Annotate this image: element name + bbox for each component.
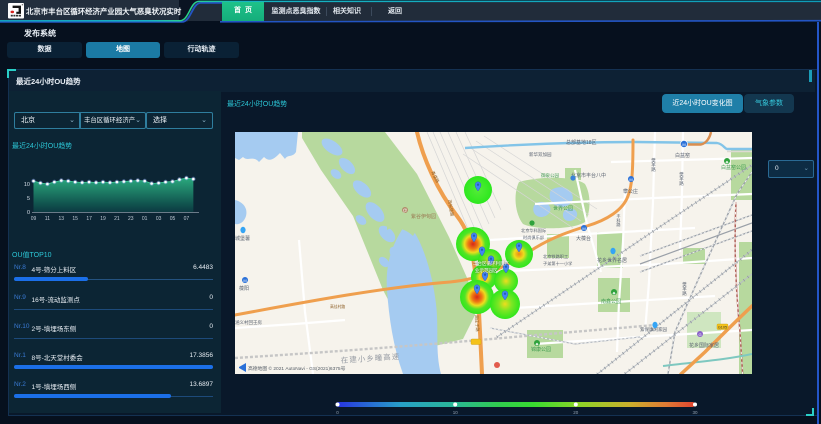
svg-text:10: 10 <box>453 410 459 415</box>
svg-text:10: 10 <box>24 182 30 188</box>
svg-text:01: 01 <box>142 216 148 222</box>
svg-text:11: 11 <box>45 216 50 222</box>
svg-text:总部基地18区: 总部基地18区 <box>566 139 597 146</box>
svg-text:♣: ♣ <box>726 160 729 165</box>
svg-text:M: M <box>582 226 585 231</box>
svg-text:丰科路: 丰科路 <box>616 213 622 228</box>
svg-text:17: 17 <box>86 216 92 222</box>
svg-text:樊羊路: 樊羊路 <box>651 157 657 173</box>
svg-text:15: 15 <box>72 216 78 222</box>
svg-text:23: 23 <box>128 216 134 222</box>
svg-text:05: 05 <box>170 216 176 222</box>
svg-text:09: 09 <box>31 216 37 222</box>
svg-text:丰台区循环利用产: 丰台区循环利用产 <box>473 260 509 267</box>
svg-text:北京铁路职工: 北京铁路职工 <box>543 253 568 260</box>
svg-text:御泉公园: 御泉公园 <box>541 172 559 179</box>
svg-text:M: M <box>243 278 246 283</box>
svg-text:高德地图 © 2021 AutoNavi - GS(2021: 高德地图 © 2021 AutoNavi - GS(2021)6375号 <box>248 365 346 372</box>
svg-text:21: 21 <box>114 216 120 222</box>
svg-text:世界公园: 世界公园 <box>553 205 573 212</box>
svg-text:大葆台: 大葆台 <box>576 235 591 242</box>
svg-text:新华双加园: 新华双加园 <box>529 151 552 158</box>
svg-text:锦康公园: 锦康公园 <box>531 346 551 353</box>
svg-text:花乡国际家居: 花乡国际家居 <box>689 342 719 349</box>
svg-text:业示范园区: 业示范园区 <box>475 267 498 274</box>
svg-text:花乡世界名居: 花乡世界名居 <box>597 257 627 264</box>
svg-text:♣: ♣ <box>613 291 616 296</box>
svg-text:07: 07 <box>184 216 190 222</box>
svg-text:涵义村回壬房: 涵义村回壬房 <box>235 319 262 326</box>
svg-text:时尚俱乐部: 时尚俱乐部 <box>523 234 544 241</box>
svg-text:樊羊路: 樊羊路 <box>679 171 685 187</box>
svg-text:北京市丰台八中: 北京市丰台八中 <box>571 172 606 179</box>
svg-text:5: 5 <box>27 196 30 202</box>
svg-text:03: 03 <box>156 216 162 222</box>
svg-text:13: 13 <box>59 216 65 222</box>
svg-text:伊: 伊 <box>403 207 407 213</box>
svg-text:北京华科国际: 北京华科国际 <box>521 227 546 234</box>
svg-text:葆阳: 葆阳 <box>239 285 249 292</box>
svg-text:城堡薯: 城堡薯 <box>235 235 250 242</box>
svg-text:子弟第十一小学: 子弟第十一小学 <box>543 260 572 267</box>
svg-text:白盆窑: 白盆窑 <box>675 152 690 159</box>
svg-text:M: M <box>682 142 685 147</box>
svg-text:M: M <box>629 177 632 182</box>
svg-text:攀公庄: 攀公庄 <box>623 188 638 195</box>
svg-text:30: 30 <box>692 410 698 415</box>
svg-text:高佳村路: 高佳村路 <box>330 304 345 309</box>
svg-text:紫谷伊甸园: 紫谷伊甸园 <box>411 213 436 220</box>
svg-text:G: G <box>698 332 701 337</box>
svg-text:白盆窑公园: 白盆窑公园 <box>721 164 746 171</box>
svg-text:南鑫公园: 南鑫公园 <box>601 298 621 305</box>
svg-text:20: 20 <box>573 410 579 415</box>
svg-text:0: 0 <box>336 410 339 415</box>
svg-text:G105: G105 <box>718 326 727 330</box>
svg-text:♣: ♣ <box>536 342 539 347</box>
svg-text:0: 0 <box>27 210 30 216</box>
svg-text:19: 19 <box>100 216 106 222</box>
svg-text:樊羊路: 樊羊路 <box>682 281 688 297</box>
